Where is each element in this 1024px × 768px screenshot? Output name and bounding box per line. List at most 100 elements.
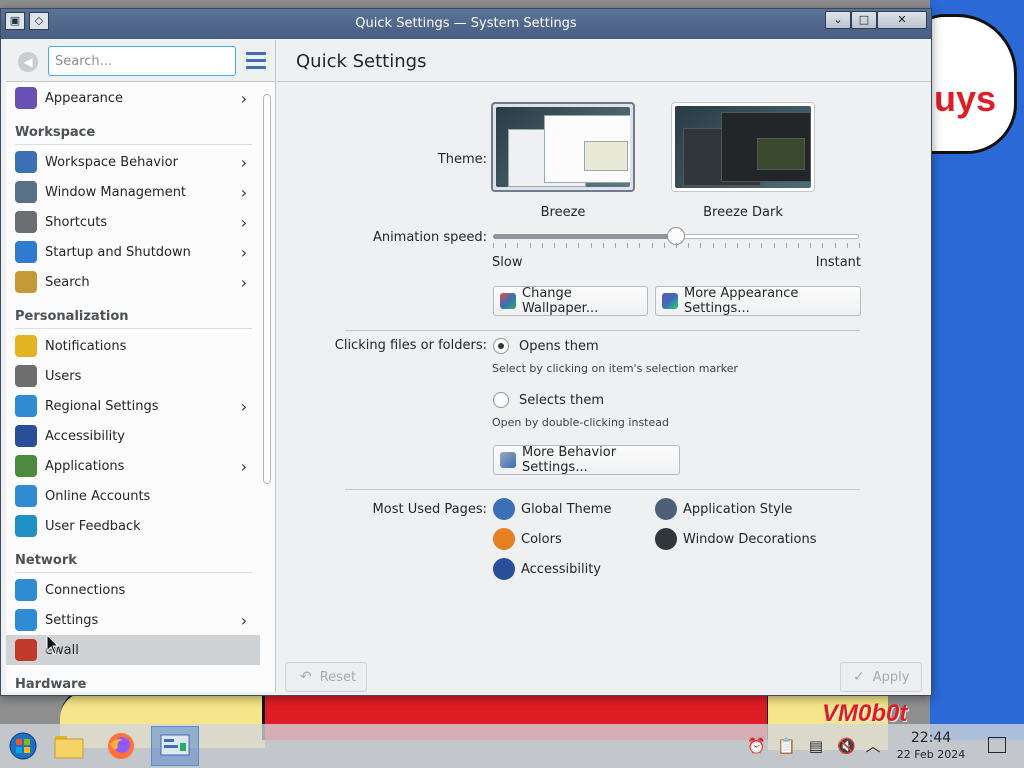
global-theme-icon bbox=[493, 498, 515, 520]
sidebar-item-applications[interactable]: Applications › bbox=[6, 451, 260, 481]
radio-checked[interactable] bbox=[493, 338, 509, 354]
apply-button[interactable]: ✓ Apply bbox=[840, 662, 922, 692]
slider-tick bbox=[651, 243, 653, 248]
more-appearance-label: More Appearance Settings... bbox=[684, 286, 799, 316]
slider-tick bbox=[859, 243, 860, 248]
window-management-icon bbox=[15, 181, 37, 203]
section-heading-label: Network bbox=[15, 553, 77, 568]
main-header: Quick Settings bbox=[277, 40, 931, 82]
sidebar-item-ewall[interactable]: ewall bbox=[6, 635, 260, 665]
sidebar-item-label: Workspace Behavior bbox=[45, 154, 178, 170]
online-accounts-icon bbox=[15, 485, 37, 507]
connections-icon bbox=[15, 579, 37, 601]
slider-tick bbox=[590, 243, 592, 248]
section-heading-label: Workspace bbox=[15, 125, 96, 140]
appearance-icon bbox=[662, 293, 678, 309]
more-appearance-button[interactable]: More Appearance Settings... bbox=[655, 286, 861, 316]
title-bar[interactable]: ▣ ◇ Quick Settings — System Settings ⌄ □… bbox=[1, 9, 931, 39]
accessibility-icon bbox=[493, 558, 515, 580]
selects-them-radio[interactable]: Selects them bbox=[493, 392, 604, 408]
sidebar-item-workspace-behavior[interactable]: Workspace Behavior › bbox=[6, 147, 260, 177]
sidebar-item-users[interactable]: Users bbox=[6, 361, 260, 391]
sidebar-item-connections[interactable]: Connections bbox=[6, 575, 260, 605]
firefox-icon[interactable] bbox=[100, 726, 142, 766]
sidebar-item-user-feedback[interactable]: User Feedback bbox=[6, 511, 260, 541]
sidebar-item-label: ewall bbox=[45, 642, 79, 658]
sidebar-item-label: Online Accounts bbox=[45, 488, 151, 504]
slider-tick bbox=[761, 243, 763, 248]
slider-tick bbox=[566, 243, 568, 248]
radio-unchecked[interactable] bbox=[493, 392, 509, 408]
chevron-right-icon: › bbox=[240, 88, 248, 108]
most-used-global-theme[interactable]: Global Theme bbox=[493, 498, 611, 520]
selects-them-label: Selects them bbox=[519, 392, 605, 408]
slider-tick bbox=[541, 243, 543, 248]
section-heading-workspace: Workspace bbox=[6, 113, 260, 147]
colors-icon bbox=[493, 528, 515, 550]
reset-button[interactable]: ↶ Reset bbox=[285, 662, 367, 692]
sidebar-item-notifications[interactable]: Notifications bbox=[6, 331, 260, 361]
section-heading-network: Network bbox=[6, 541, 260, 575]
separator bbox=[345, 330, 860, 331]
most-used-accessibility[interactable]: Accessibility bbox=[493, 558, 601, 580]
slider-tick bbox=[688, 243, 690, 248]
slider-tick bbox=[615, 243, 616, 248]
sidebar-item-accessibility[interactable]: Accessibility bbox=[6, 421, 260, 451]
sidebar-item-regional-settings[interactable]: Regional Settings › bbox=[6, 391, 260, 421]
sidebar-scrollbar[interactable] bbox=[261, 88, 271, 688]
sidebar-item-settings[interactable]: Settings › bbox=[6, 605, 260, 635]
section-heading-hardware: Hardware bbox=[6, 665, 260, 692]
application-style-icon bbox=[655, 498, 677, 520]
sidebar-item-window-management[interactable]: Window Management › bbox=[6, 177, 260, 207]
more-behavior-button[interactable]: More Behavior Settings... bbox=[493, 445, 680, 475]
startup-icon bbox=[15, 241, 37, 263]
expand-tray-icon[interactable]: ︿ bbox=[864, 737, 882, 755]
keyboard-icon bbox=[15, 211, 37, 233]
clipboard-icon[interactable]: 📋 bbox=[777, 737, 796, 755]
sidebar-item-online-accounts[interactable]: Online Accounts bbox=[6, 481, 260, 511]
section-heading-label: Personalization bbox=[15, 309, 129, 324]
workspace-behavior-icon bbox=[15, 151, 37, 173]
theme-card-breeze[interactable] bbox=[491, 102, 635, 192]
users-icon bbox=[15, 365, 37, 387]
notifications-tray-icon[interactable]: ⏰ bbox=[747, 737, 766, 755]
most-used-colors[interactable]: Colors bbox=[493, 528, 562, 550]
clock-time[interactable]: 22:44 bbox=[905, 730, 957, 746]
maximize-button[interactable]: □ bbox=[851, 11, 877, 29]
theme-card-breeze-dark[interactable] bbox=[671, 102, 815, 192]
change-wallpaper-button[interactable]: Change Wallpaper... bbox=[493, 286, 648, 316]
search-input[interactable] bbox=[48, 46, 236, 76]
slider-tick bbox=[663, 243, 665, 248]
chevron-right-icon: › bbox=[240, 242, 248, 262]
clock-date[interactable]: 22 Feb 2024 bbox=[890, 748, 972, 761]
system-settings-icon[interactable] bbox=[151, 726, 199, 766]
sidebar-nav-list: Appearance › Workspace Workspace Behavior › W… bbox=[6, 83, 260, 692]
minimize-button[interactable]: ⌄ bbox=[825, 11, 851, 29]
opens-them-radio[interactable]: Opens them bbox=[493, 338, 599, 354]
device-notifier-icon[interactable]: ▤ bbox=[807, 737, 825, 755]
sidebar-item-shortcuts[interactable]: Shortcuts › bbox=[6, 207, 260, 237]
sidebar-item-search[interactable]: Search › bbox=[6, 267, 260, 297]
file-manager-icon[interactable] bbox=[48, 726, 90, 766]
checkmark-icon: ✓ bbox=[853, 669, 865, 685]
back-arrow-icon[interactable]: ◀ bbox=[18, 52, 38, 72]
sidebar-item-startup-and-shutdown[interactable]: Startup and Shutdown › bbox=[6, 237, 260, 267]
volume-muted-icon[interactable]: 🔇 bbox=[837, 737, 856, 755]
chevron-right-icon: › bbox=[240, 610, 248, 630]
scrollbar-thumb[interactable] bbox=[263, 94, 271, 484]
animation-speed-label: Animation speed: bbox=[372, 230, 487, 245]
opens-them-hint: Select by clicking on item's selection m… bbox=[492, 362, 738, 375]
most-used-application-style[interactable]: Application Style bbox=[655, 498, 792, 520]
apply-label: Apply bbox=[872, 669, 910, 685]
most-used-window-decorations[interactable]: Window Decorations bbox=[655, 528, 817, 550]
applications-icon bbox=[15, 455, 37, 477]
sidebar-item-appearance[interactable]: Appearance › bbox=[6, 83, 260, 113]
show-desktop-icon[interactable] bbox=[988, 737, 1006, 753]
slider-ticks bbox=[493, 243, 860, 249]
close-button[interactable]: ✕ bbox=[877, 11, 927, 29]
most-used-label: Window Decorations bbox=[683, 531, 817, 547]
reset-label: Reset bbox=[319, 669, 357, 685]
hamburger-menu-icon[interactable] bbox=[246, 52, 266, 70]
start-menu-icon[interactable] bbox=[2, 726, 44, 766]
theme-preview-breeze-dark bbox=[675, 106, 811, 188]
